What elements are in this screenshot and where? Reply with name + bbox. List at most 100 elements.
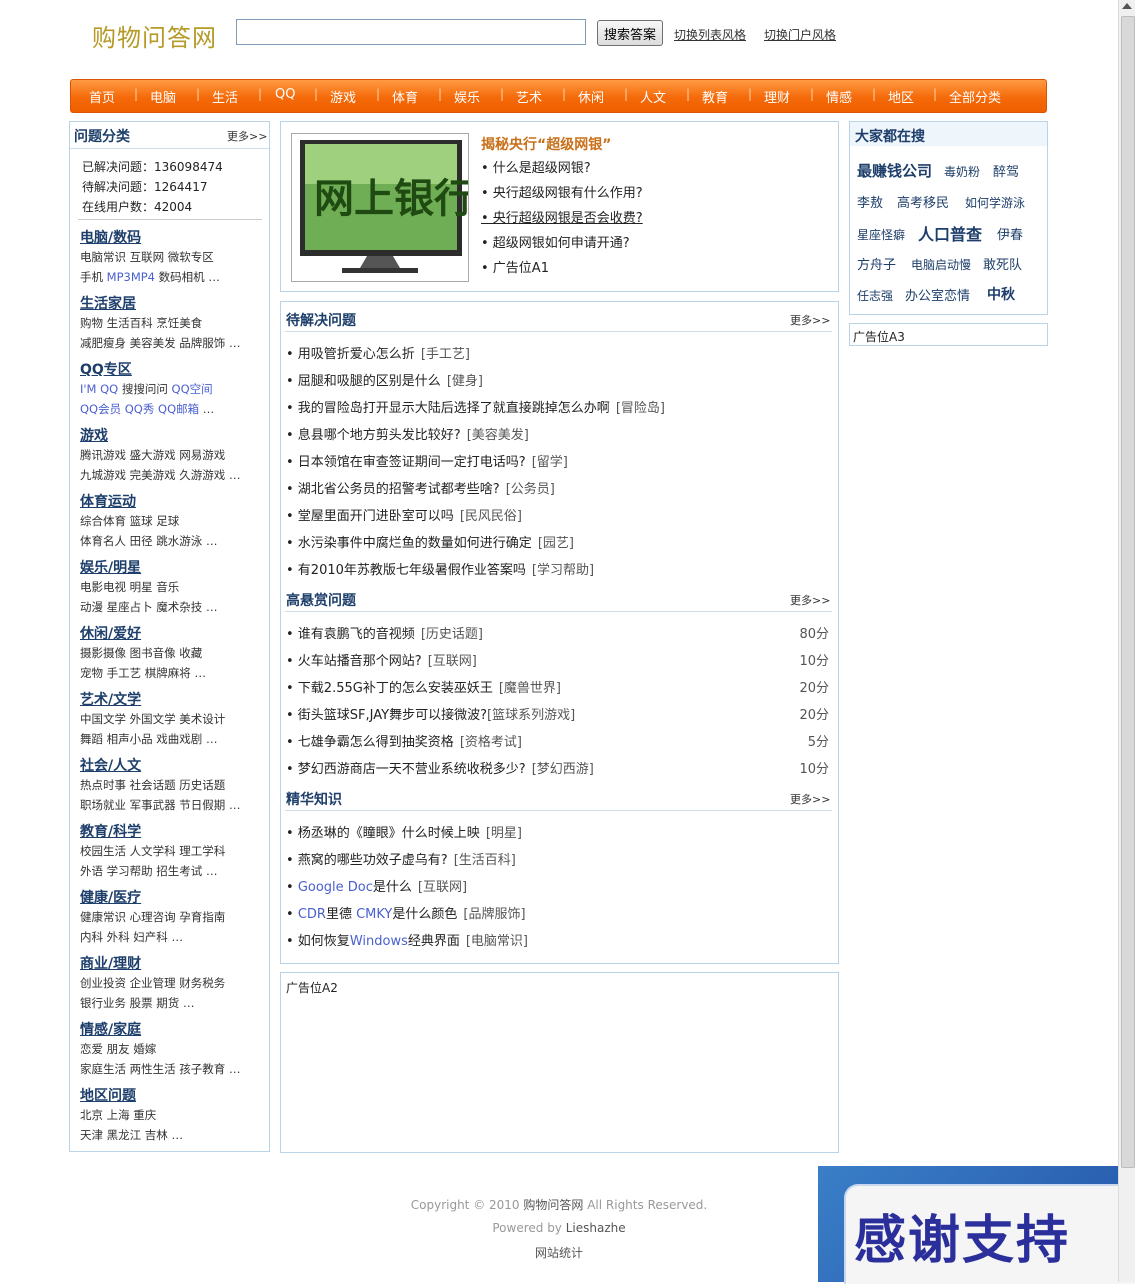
hot-search-word[interactable]: 敢死队 <box>983 254 1022 273</box>
pending-more-link[interactable]: 更多>> <box>790 312 830 328</box>
category-family[interactable]: 情感/家庭 <box>80 1019 141 1039</box>
pending-question[interactable]: • 水污染事件中腐烂鱼的数量如何进行确定 [园艺] <box>286 532 574 551</box>
category-sublinks[interactable]: 天津 黑龙江 吉林 … <box>80 1127 183 1143</box>
category-sublinks[interactable]: 职场就业 军事武器 节日假期 … <box>80 797 240 813</box>
hot-search-word[interactable]: 如何学游泳 <box>965 194 1025 211</box>
hot-search-word[interactable]: 任志强 <box>857 287 893 304</box>
pending-question[interactable]: • 息县哪个地方剪头发比较好? [美容美发] <box>286 424 529 443</box>
category-games[interactable]: 游戏 <box>80 425 108 445</box>
ad-slot-a1[interactable]: • 广告位A1 <box>481 257 549 276</box>
category-sublinks[interactable]: 电影电视 明星 音乐 <box>80 579 179 595</box>
essence-more-link[interactable]: 更多>> <box>790 791 830 807</box>
switch-list-style-link[interactable]: 切换列表风格 <box>674 26 746 43</box>
search-input[interactable] <box>236 19 586 45</box>
category-sublinks[interactable]: 宠物 手工艺 棋牌麻将 … <box>80 665 206 681</box>
nav-item-emotion[interactable]: 情感 <box>826 87 852 106</box>
nav-item-computer[interactable]: 电脑 <box>150 87 176 106</box>
hot-search-word[interactable]: 中秋 <box>987 284 1015 304</box>
category-sublinks[interactable]: QQ会员 QQ秀 QQ邮箱 … <box>80 401 214 417</box>
hot-search-word[interactable]: 最赚钱公司 <box>857 160 932 181</box>
hot-search-word[interactable]: 电脑启动慢 <box>911 256 971 273</box>
sidebar-more-link[interactable]: 更多>> <box>227 128 267 144</box>
nav-item-all-categories[interactable]: 全部分类 <box>949 87 1001 106</box>
hot-search-word[interactable]: 办公室恋情 <box>905 285 970 304</box>
essence-item[interactable]: • Google Doc是什么 [互联网] <box>286 876 467 895</box>
essence-item[interactable]: • CDR里德 CMKY是什么颜色 [品牌服饰] <box>286 903 526 922</box>
hot-search-word[interactable]: 方舟子 <box>857 254 896 273</box>
pending-question[interactable]: • 屈腿和吸腿的区别是什么 [健身] <box>286 370 483 389</box>
nav-item-art[interactable]: 艺术 <box>516 87 542 106</box>
category-sublinks[interactable]: 银行业务 股票 期货 … <box>80 995 194 1011</box>
pending-question[interactable]: • 用吸管折爱心怎么折 [手工艺] <box>286 343 470 362</box>
category-qq[interactable]: QQ专区 <box>80 359 132 379</box>
category-sublinks[interactable]: 动漫 星座占卜 魔术杂技 … <box>80 599 217 615</box>
essence-item[interactable]: • 如何恢复Windows经典界面 [电脑常识] <box>286 930 528 949</box>
category-sports[interactable]: 体育运动 <box>80 491 136 511</box>
category-art-literature[interactable]: 艺术/文学 <box>80 689 141 709</box>
category-sublinks[interactable]: 热点时事 社会话题 历史话题 <box>80 777 225 793</box>
ad-slot-a3[interactable]: 广告位A3 <box>849 323 1048 346</box>
site-logo[interactable]: 购物问答网 <box>92 18 217 53</box>
pending-question[interactable]: • 堂屋里面开门进卧室可以吗 [民风民俗] <box>286 505 522 524</box>
window-scrollbar[interactable] <box>1118 0 1135 1282</box>
category-sublinks[interactable]: 电脑常识 互联网 微软专区 <box>80 249 214 265</box>
reward-question[interactable]: • 下载2.55G补丁的怎么安装巫妖王 [魔兽世界] <box>286 677 561 696</box>
switch-portal-style-link[interactable]: 切换门户风格 <box>764 26 836 43</box>
thanks-badge[interactable]: 感谢支持 <box>818 1166 1135 1284</box>
category-sublinks[interactable]: 创业投资 企业管理 财务税务 <box>80 975 225 991</box>
category-sublinks[interactable]: 购物 生活百科 烹饪美食 <box>80 315 202 331</box>
scroll-up-icon[interactable] <box>1122 3 1132 9</box>
category-leisure[interactable]: 休闲/爱好 <box>80 623 141 643</box>
feature-link[interactable]: • 央行超级网银有什么作用? <box>481 182 643 201</box>
powered-by-link[interactable]: Lieshazhe <box>566 1221 626 1235</box>
nav-item-education[interactable]: 教育 <box>702 87 728 106</box>
scrollbar-thumb[interactable] <box>1121 16 1135 1168</box>
category-business[interactable]: 商业/理财 <box>80 953 141 973</box>
category-education[interactable]: 教育/科学 <box>80 821 141 841</box>
feature-title[interactable]: 揭秘央行“超级网银” <box>481 134 611 154</box>
hot-search-word[interactable]: 李敖 <box>857 192 883 211</box>
category-computer[interactable]: 电脑/数码 <box>80 227 141 247</box>
hot-search-word[interactable]: 星座怪癖 <box>857 226 905 243</box>
nav-item-humanities[interactable]: 人文 <box>640 87 666 106</box>
category-sublinks[interactable]: 校园生活 人文学科 理工学科 <box>80 843 225 859</box>
category-sublinks[interactable]: 舞蹈 相声小品 戏曲戏剧 … <box>80 731 217 747</box>
feature-link[interactable]: • 什么是超级网银? <box>481 157 591 176</box>
feature-link[interactable]: • 央行超级网银是否会收费? <box>481 207 643 226</box>
search-button[interactable]: 搜索答案 <box>597 20 663 46</box>
category-sublinks[interactable]: 九城游戏 完美游戏 久游游戏 … <box>80 467 240 483</box>
feature-image[interactable]: 网上银行 <box>291 133 474 282</box>
category-sublinks[interactable]: 家庭生活 两性生活 孩子教育 … <box>80 1061 240 1077</box>
hot-search-word[interactable]: 毒奶粉 <box>944 163 980 180</box>
reward-question[interactable]: • 街头篮球SF,JAY舞步可以接微波?[篮球系列游戏] <box>286 704 575 723</box>
category-sublinks[interactable]: 恋爱 朋友 婚嫁 <box>80 1041 156 1057</box>
pending-question[interactable]: • 湖北省公务员的招警考试都考些啥? [公务员] <box>286 478 555 497</box>
reward-question[interactable]: • 火车站播音那个网站? [互联网] <box>286 650 477 669</box>
reward-question[interactable]: • 七雄争霸怎么得到抽奖资格 [资格考试] <box>286 731 522 750</box>
category-sublinks[interactable]: 摄影摄像 图书音像 收藏 <box>80 645 202 661</box>
category-sublinks[interactable]: 内科 外科 妇产科 … <box>80 929 183 945</box>
nav-item-sports[interactable]: 体育 <box>392 87 418 106</box>
reward-more-link[interactable]: 更多>> <box>790 592 830 608</box>
nav-item-qq[interactable]: QQ <box>275 87 295 102</box>
essence-item[interactable]: • 燕窝的哪些功效子虚乌有? [生活百科] <box>286 849 516 868</box>
feature-link[interactable]: • 超级网银如何申请开通? <box>481 232 630 251</box>
nav-item-region[interactable]: 地区 <box>888 87 914 106</box>
category-region[interactable]: 地区问题 <box>80 1085 136 1105</box>
pending-question[interactable]: • 我的冒险岛打开显示大陆后选择了就直接跳掉怎么办啊 [冒险岛] <box>286 397 665 416</box>
reward-question[interactable]: • 谁有袁鹏飞的音视频 [历史话题] <box>286 623 483 642</box>
pending-question[interactable]: • 有2010年苏教版七年级暑假作业答案吗 [学习帮助] <box>286 559 594 578</box>
category-sublinks[interactable]: 减肥瘦身 美容美发 品牌服饰 … <box>80 335 240 351</box>
nav-item-life[interactable]: 生活 <box>212 87 238 106</box>
hot-search-word[interactable]: 醉驾 <box>993 161 1019 180</box>
nav-item-finance[interactable]: 理财 <box>764 87 790 106</box>
nav-item-home[interactable]: 首页 <box>89 87 115 106</box>
nav-item-leisure[interactable]: 休闲 <box>578 87 604 106</box>
category-sublinks[interactable]: I'M QQ 搜搜问问 QQ空间 <box>80 381 213 397</box>
category-society[interactable]: 社会/人文 <box>80 755 141 775</box>
pending-question[interactable]: • 日本领馆在审查签证期间一定打电话吗? [留学] <box>286 451 568 470</box>
category-sublinks[interactable]: 中国文学 外国文学 美术设计 <box>80 711 225 727</box>
category-entertainment[interactable]: 娱乐/明星 <box>80 557 141 577</box>
category-sublinks[interactable]: 体育名人 田径 跳水游泳 … <box>80 533 217 549</box>
category-sublinks[interactable]: 手机 MP3MP4 数码相机 … <box>80 269 220 285</box>
